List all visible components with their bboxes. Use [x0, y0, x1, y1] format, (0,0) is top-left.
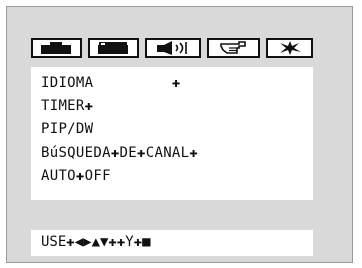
- tab-setup[interactable]: [266, 38, 313, 58]
- menu-item-pip-dw[interactable]: PIP/DW: [41, 121, 93, 137]
- tab-special[interactable]: [207, 38, 261, 58]
- menu-item-busqueda-de-canal[interactable]: BúSQUEDA✚DE✚CANAL✚: [41, 145, 198, 161]
- navigation-hint: USE✚◀▶▲▼✚✚Y✚■: [41, 234, 151, 250]
- tab-picture[interactable]: [31, 38, 82, 58]
- star-burst-icon: [277, 41, 303, 55]
- menu-item-idioma[interactable]: IDIOMA ✚: [41, 75, 181, 91]
- tab-sound[interactable]: [144, 38, 202, 58]
- tv-screen-icon: [40, 42, 72, 54]
- menu-item-auto-off[interactable]: AUTO✚OFF: [41, 168, 111, 184]
- menu-item-timer[interactable]: TIMER✚: [41, 98, 93, 114]
- help-bar: USE✚◀▶▲▼✚✚Y✚■: [31, 230, 313, 256]
- speaker-volume-icon: [153, 41, 193, 55]
- tab-picture-alt[interactable]: [87, 38, 139, 58]
- hand-pointer-icon: [217, 41, 251, 55]
- menu-tab-bar: [31, 38, 313, 58]
- tv-screen-alt-icon: [97, 42, 129, 54]
- menu-list: IDIOMA ✚ TIMER✚ PIP/DW BúSQUEDA✚DE✚CANAL…: [31, 67, 313, 200]
